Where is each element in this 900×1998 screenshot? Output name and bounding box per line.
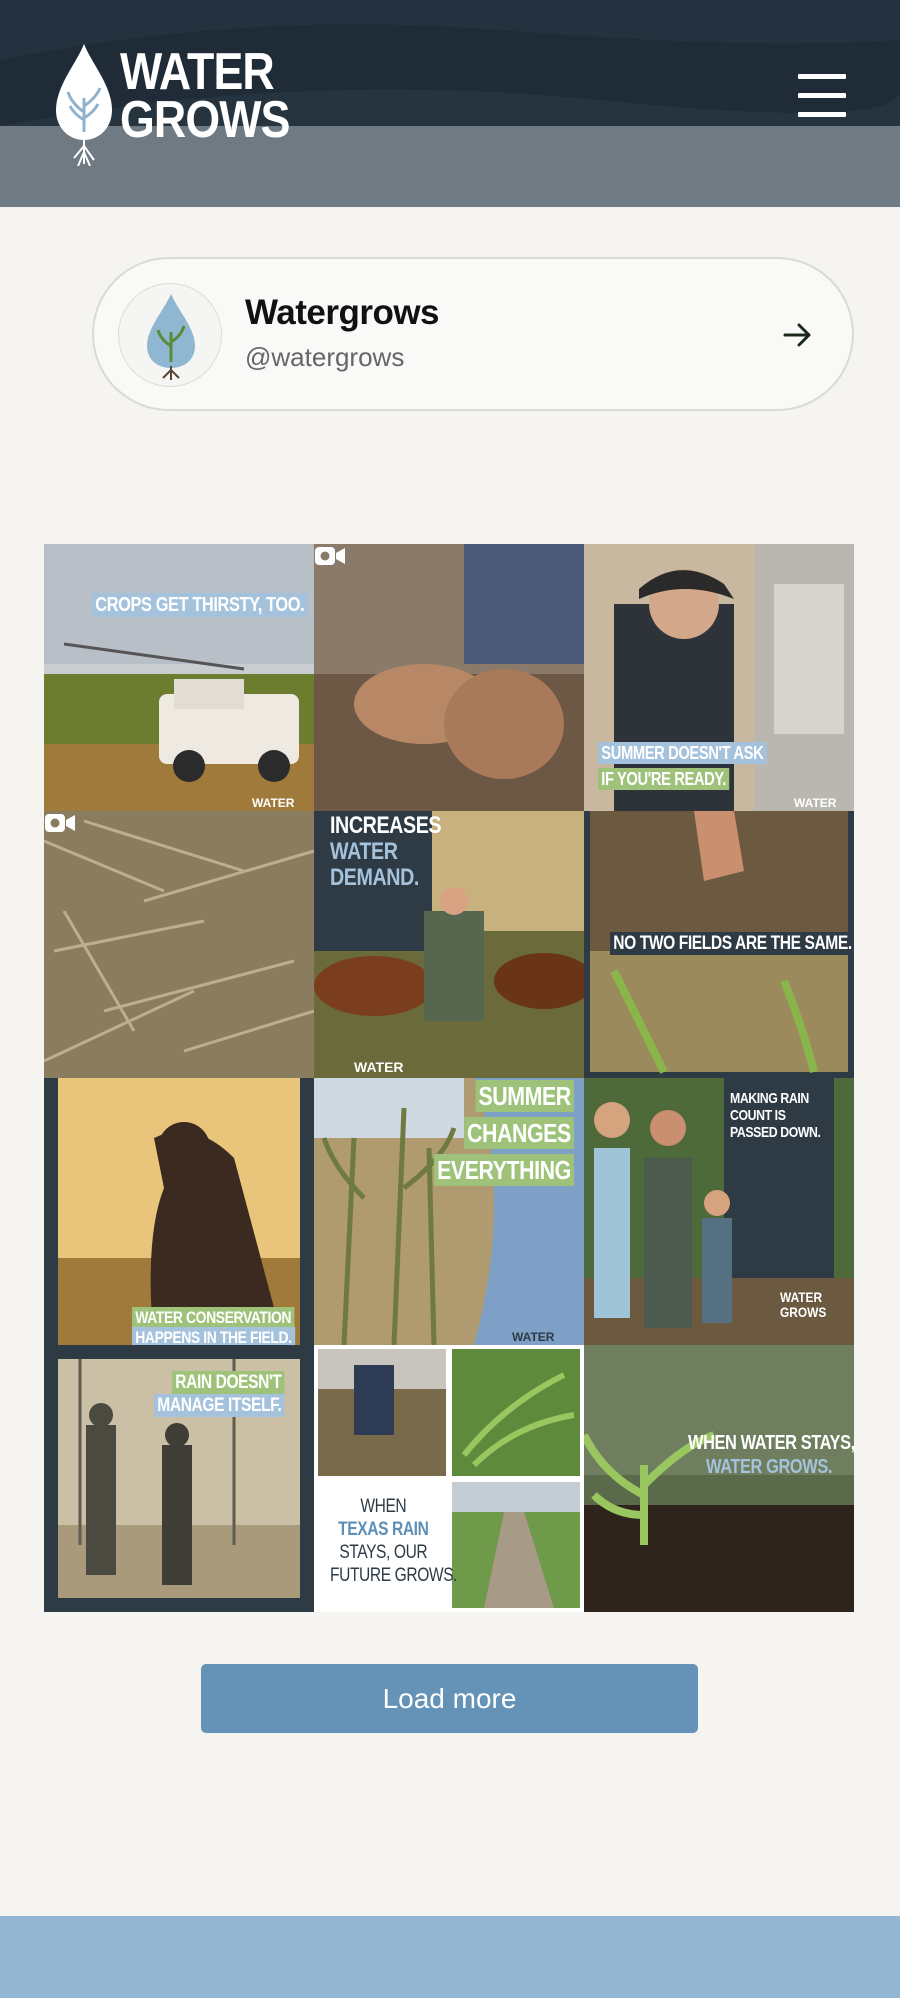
post-tile[interactable] [44, 811, 314, 1078]
post-caption: NO TWO FIELDS ARE THE SAME. [610, 932, 854, 955]
video-camera-icon [315, 547, 345, 565]
post-caption-line: DEMAND. [330, 864, 419, 891]
post-caption: SUMMER DOESN'T ASK IF YOU'RE READY. [598, 740, 767, 792]
water-drop-avatar-icon [147, 294, 195, 380]
post-tile[interactable]: WATER CONSERVATION HAPPENS IN THE FIELD. [44, 1078, 314, 1345]
post-watermark-line: WATER [780, 1289, 823, 1305]
site-header: WATER GROWS [0, 0, 900, 207]
post-caption: INCREASES WATER DEMAND. [330, 812, 442, 891]
post-caption: RAIN DOESN'T MANAGE ITSELF. [154, 1371, 285, 1417]
post-caption: WHEN TEXAS RAIN STAYS, OUR FUTURE GROWS. [330, 1495, 458, 1587]
post-image-truck-cornfield [44, 544, 314, 811]
post-tile[interactable] [314, 544, 584, 811]
post-caption-line: WATER GROWS. [706, 1456, 833, 1478]
post-tile[interactable]: INCREASES WATER DEMAND. WATER [314, 811, 584, 1078]
hamburger-menu-button[interactable] [796, 70, 848, 122]
post-tile[interactable]: SUMMER CHANGES EVERYTHING WATER [314, 1078, 584, 1345]
post-tile[interactable]: WHEN TEXAS RAIN STAYS, OUR FUTURE GROWS. [314, 1345, 584, 1612]
post-caption: SUMMER CHANGES EVERYTHING [433, 1078, 574, 1189]
post-caption-line: CHANGES [463, 1117, 574, 1149]
instagram-post-grid: CROPS GET THIRSTY, TOO. WATER SUMMER DOE… [44, 544, 855, 1612]
watergrows-logo[interactable]: WATER GROWS [54, 42, 290, 167]
post-caption-line: SUMMER DOESN'T ASK [598, 742, 767, 764]
post-caption-line: WHEN [360, 1496, 407, 1517]
post-tile[interactable]: MAKING RAIN COUNT IS PASSED DOWN. WATER … [584, 1078, 854, 1345]
post-caption-text: CROPS GET THIRSTY, TOO. [92, 593, 308, 617]
arrow-right-icon[interactable] [782, 319, 814, 351]
post-watermark: WATER [794, 796, 837, 810]
post-watermark: WATER [354, 1059, 404, 1075]
profile-handle: @watergrows [245, 342, 405, 372]
hamburger-menu-icon-bar-middle [798, 93, 846, 98]
post-caption-line: RAIN DOESN'T [171, 1371, 285, 1394]
post-caption-line: TEXAS RAIN [338, 1519, 429, 1540]
video-camera-icon [45, 814, 75, 832]
post-caption-text: NO TWO FIELDS ARE THE SAME. [610, 932, 854, 955]
post-watermark-line: GROWS [780, 1304, 827, 1320]
post-tile[interactable]: WHEN WATER STAYS, WATER GROWS. [584, 1345, 854, 1612]
post-watermark: WATER [252, 796, 295, 810]
post-watermark: WATER [512, 1330, 555, 1344]
post-image-farmer-silhouette-sunset [44, 1078, 314, 1345]
avatar [118, 283, 222, 387]
post-image-dry-stubble [44, 811, 314, 1078]
post-caption-line: WATER CONSERVATION [132, 1307, 295, 1328]
logo-line-2: GROWS [120, 91, 290, 149]
post-caption-line: IF YOU'RE READY. [598, 768, 730, 790]
post-watermark: WATER GROWS [780, 1290, 826, 1320]
hamburger-menu-icon-bar-bottom [798, 112, 846, 117]
water-drop-logo-icon [56, 44, 112, 167]
post-caption-line: SUMMER [475, 1080, 574, 1112]
post-tile[interactable]: CROPS GET THIRSTY, TOO. WATER [44, 544, 314, 811]
post-caption-line: FUTURE GROWS. [330, 1565, 458, 1586]
post-image-hands-seeds [314, 544, 584, 811]
post-caption-line: COUNT IS [730, 1107, 786, 1124]
post-caption-line: MANAGE ITSELF. [154, 1394, 285, 1417]
post-caption-line: WATER [330, 838, 398, 865]
post-tile[interactable]: RAIN DOESN'T MANAGE ITSELF. [44, 1345, 314, 1612]
post-tile[interactable]: SUMMER DOESN'T ASK IF YOU'RE READY. WATE… [584, 544, 854, 811]
logo-line-1: WATER [120, 43, 275, 101]
load-more-button[interactable]: Load more [201, 1664, 698, 1733]
post-caption-line: STAYS, OUR [339, 1542, 428, 1563]
post-caption-line: WHEN WATER STAYS, [688, 1432, 854, 1454]
instagram-profile-card[interactable]: Watergrows @watergrows [92, 257, 854, 411]
post-caption: CROPS GET THIRSTY, TOO. [92, 593, 308, 617]
post-caption: MAKING RAIN COUNT IS PASSED DOWN. [730, 1090, 821, 1141]
site-footer [0, 1916, 900, 1998]
profile-name: Watergrows [245, 293, 440, 332]
post-caption-line: PASSED DOWN. [730, 1124, 821, 1141]
post-caption-line: EVERYTHING [433, 1154, 574, 1186]
post-caption-line: INCREASES [330, 812, 442, 839]
post-caption: WATER CONSERVATION HAPPENS IN THE FIELD. [132, 1307, 295, 1345]
post-tile[interactable]: NO TWO FIELDS ARE THE SAME. [584, 811, 854, 1078]
post-caption-line: MAKING RAIN [730, 1090, 809, 1107]
post-caption: WHEN WATER STAYS, WATER GROWS. [688, 1431, 854, 1479]
post-caption-line: HAPPENS IN THE FIELD. [132, 1327, 295, 1345]
hamburger-menu-icon-bar-top [798, 74, 846, 79]
logo-wordmark: WATER GROWS [120, 43, 290, 149]
